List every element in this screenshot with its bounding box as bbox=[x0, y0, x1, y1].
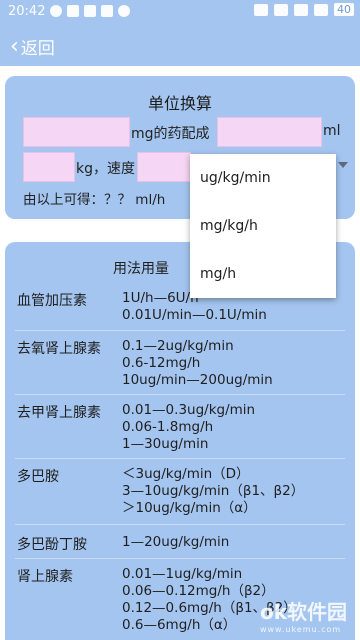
result-text: 由以上可得：？？ ml/h bbox=[23, 192, 166, 208]
speed-input[interactable] bbox=[137, 152, 191, 182]
drug-name: 去氧肾上腺素 bbox=[17, 341, 101, 357]
chevron-left-icon: ‹ bbox=[10, 33, 19, 59]
unit-dropdown-menu: ug/kg/min mg/kg/h mg/h bbox=[190, 154, 336, 298]
signal-icon bbox=[294, 3, 308, 16]
status-icons: 40 bbox=[254, 3, 354, 16]
drug-name: 血管加压素 bbox=[17, 293, 87, 309]
dosage-line: 0.01—1ug/kg/min bbox=[122, 566, 243, 582]
weight-kg-input[interactable] bbox=[23, 152, 75, 182]
drug-name: 肾上腺素 bbox=[17, 569, 73, 585]
dosage-line: 0.01U/min—0.1U/min bbox=[122, 307, 267, 323]
row-divider bbox=[15, 330, 345, 331]
alarm-icon bbox=[254, 3, 268, 16]
dosage-line: ＞10ug/kg/min（α） bbox=[122, 500, 257, 516]
notification-icon bbox=[84, 5, 96, 17]
ml-label: ml bbox=[323, 123, 341, 139]
volume-ml-input[interactable] bbox=[217, 117, 322, 147]
dropdown-option-ug-kg-min[interactable]: ug/kg/min bbox=[190, 154, 336, 202]
dosage-line: 3—10ug/kg/min（β1、β2） bbox=[122, 483, 305, 499]
mail-icon bbox=[101, 5, 113, 17]
row-divider bbox=[15, 458, 345, 459]
drug-name: 多巴酚丁胺 bbox=[17, 537, 87, 553]
watermark-url: www.ukemu.com bbox=[259, 625, 342, 634]
notification-icon bbox=[50, 5, 62, 17]
dropdown-arrow-icon[interactable] bbox=[338, 162, 348, 168]
dosage-card: 用法用量 血管加压素 1U/h—6U/h 0.01U/min—0.1U/min … bbox=[5, 242, 355, 640]
back-button[interactable]: ‹ 返回 bbox=[10, 34, 55, 59]
wifi-icon bbox=[274, 3, 288, 16]
kg-speed-label: kg，速度 bbox=[76, 161, 135, 177]
dosage-line: 0.06-1.8mg/h bbox=[122, 419, 214, 435]
converter-title: 单位换算 bbox=[147, 94, 212, 113]
notification-icons bbox=[50, 5, 130, 17]
watermark: ok软件园 www.ukemu.com bbox=[260, 596, 347, 634]
dosage-line: 1—20ug/kg/min bbox=[122, 534, 230, 550]
row-divider bbox=[15, 558, 345, 559]
watermark-text: ok软件园 bbox=[259, 600, 347, 624]
status-bar: 20:42 40 bbox=[0, 0, 360, 24]
dosage-values: 1—20ug/kg/min bbox=[122, 534, 229, 551]
dropdown-option-mg-kg-h[interactable]: mg/kg/h bbox=[190, 202, 336, 250]
dosage-line: 0.01—0.3ug/kg/min bbox=[122, 402, 256, 418]
dosage-line: ＜3ug/kg/min（D） bbox=[122, 466, 250, 482]
dropdown-option-mg-h[interactable]: mg/h bbox=[190, 250, 336, 298]
back-label: 返回 bbox=[20, 39, 55, 59]
row-divider bbox=[15, 524, 345, 525]
dosage-values: 0.01—0.3ug/kg/min 0.06-1.8mg/h 1—30ug/mi… bbox=[122, 402, 255, 453]
drug-name: 多巴胺 bbox=[17, 469, 59, 485]
dosage-line: 0.6-12mg/h bbox=[122, 355, 201, 371]
mg-drug-label: mg的药配成 bbox=[131, 126, 210, 142]
signal-icon bbox=[314, 3, 328, 16]
drug-name: 去甲肾上腺素 bbox=[17, 405, 101, 421]
dosage-values: 0.1—2ug/kg/min 0.6-12mg/h 10ug/min—200ug… bbox=[122, 338, 273, 389]
dosage-line: 0.1—2ug/kg/min bbox=[122, 338, 234, 354]
dosage-line: 1—30ug/min bbox=[122, 436, 209, 452]
row-divider bbox=[15, 394, 345, 395]
app-bar: ‹ 返回 bbox=[0, 24, 360, 66]
check-icon bbox=[118, 5, 130, 17]
notification-icon bbox=[67, 5, 79, 17]
usage-header: 用法用量 bbox=[113, 261, 169, 277]
battery-icon: 40 bbox=[334, 3, 354, 16]
status-time: 20:42 bbox=[8, 4, 46, 19]
dosage-values: ＜3ug/kg/min（D） 3—10ug/kg/min（β1、β2） ＞10u… bbox=[122, 466, 304, 517]
dosage-line: 10ug/min—200ug/min bbox=[122, 372, 273, 388]
drug-mg-input[interactable] bbox=[23, 117, 130, 147]
